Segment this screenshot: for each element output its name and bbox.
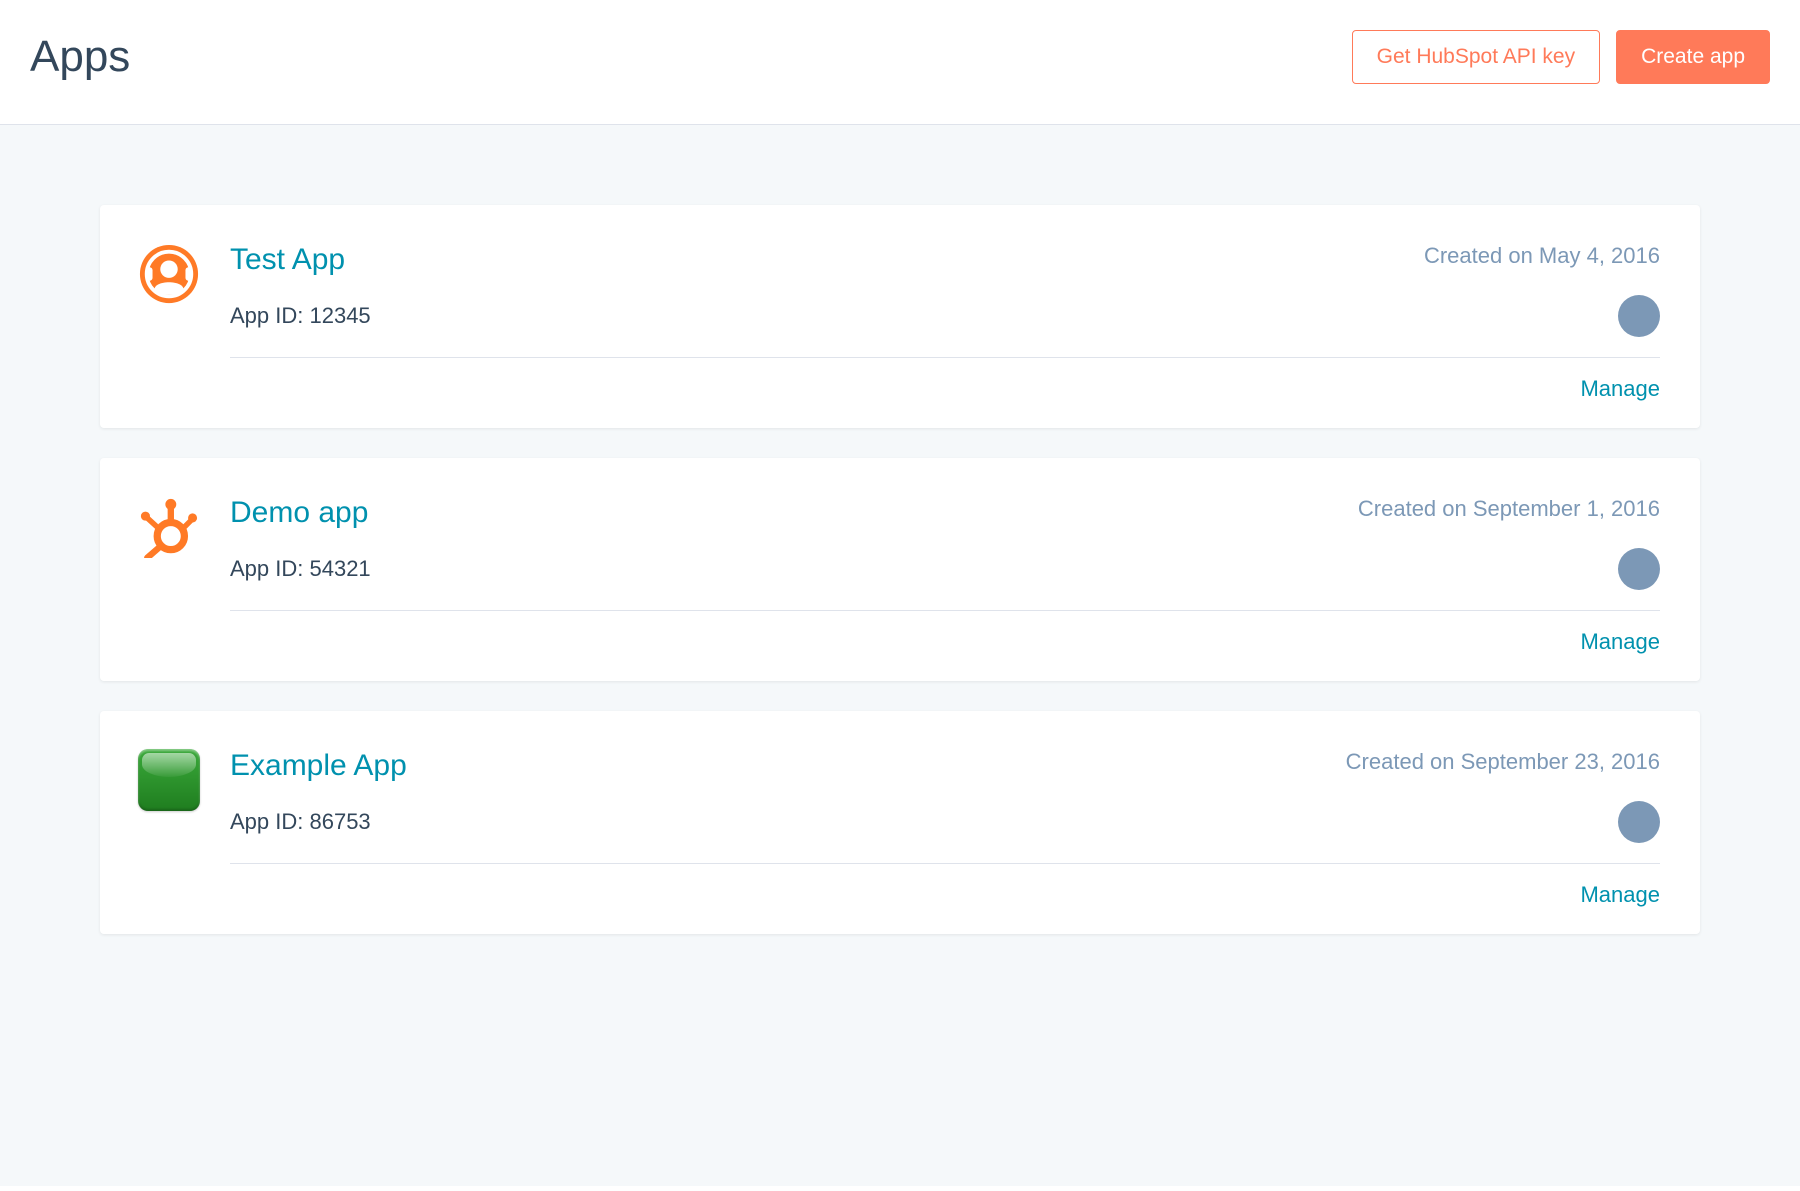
app-name-link[interactable]: Demo app — [230, 496, 368, 530]
manage-link[interactable]: Manage — [1580, 376, 1660, 402]
app-id-text: App ID: 86753 — [230, 809, 371, 835]
app-name-link[interactable]: Test App — [230, 243, 345, 277]
app-name-link[interactable]: Example App — [230, 749, 407, 783]
status-indicator-icon — [1618, 548, 1660, 590]
app-id-text: App ID: 54321 — [230, 556, 371, 582]
status-indicator-icon — [1618, 801, 1660, 843]
app-card: Demo app Created on September 1, 2016 Ap… — [100, 458, 1700, 681]
app-created-date: Created on May 4, 2016 — [1424, 243, 1660, 269]
status-indicator-icon — [1618, 295, 1660, 337]
app-created-date: Created on September 1, 2016 — [1358, 496, 1660, 522]
app-created-date: Created on September 23, 2016 — [1346, 749, 1660, 775]
manage-link[interactable]: Manage — [1580, 629, 1660, 655]
apps-list: Test App Created on May 4, 2016 App ID: … — [0, 125, 1800, 1186]
create-app-button[interactable]: Create app — [1616, 30, 1770, 84]
green-square-icon — [138, 749, 200, 908]
sprocket-icon — [138, 496, 200, 655]
app-card: Test App Created on May 4, 2016 App ID: … — [100, 205, 1700, 428]
manage-link[interactable]: Manage — [1580, 882, 1660, 908]
support-icon — [138, 243, 200, 402]
app-id-text: App ID: 12345 — [230, 303, 371, 329]
page-title: Apps — [30, 32, 130, 82]
app-card: Example App Created on September 23, 201… — [100, 711, 1700, 934]
get-api-key-button[interactable]: Get HubSpot API key — [1352, 30, 1600, 84]
header-actions: Get HubSpot API key Create app — [1352, 30, 1770, 84]
